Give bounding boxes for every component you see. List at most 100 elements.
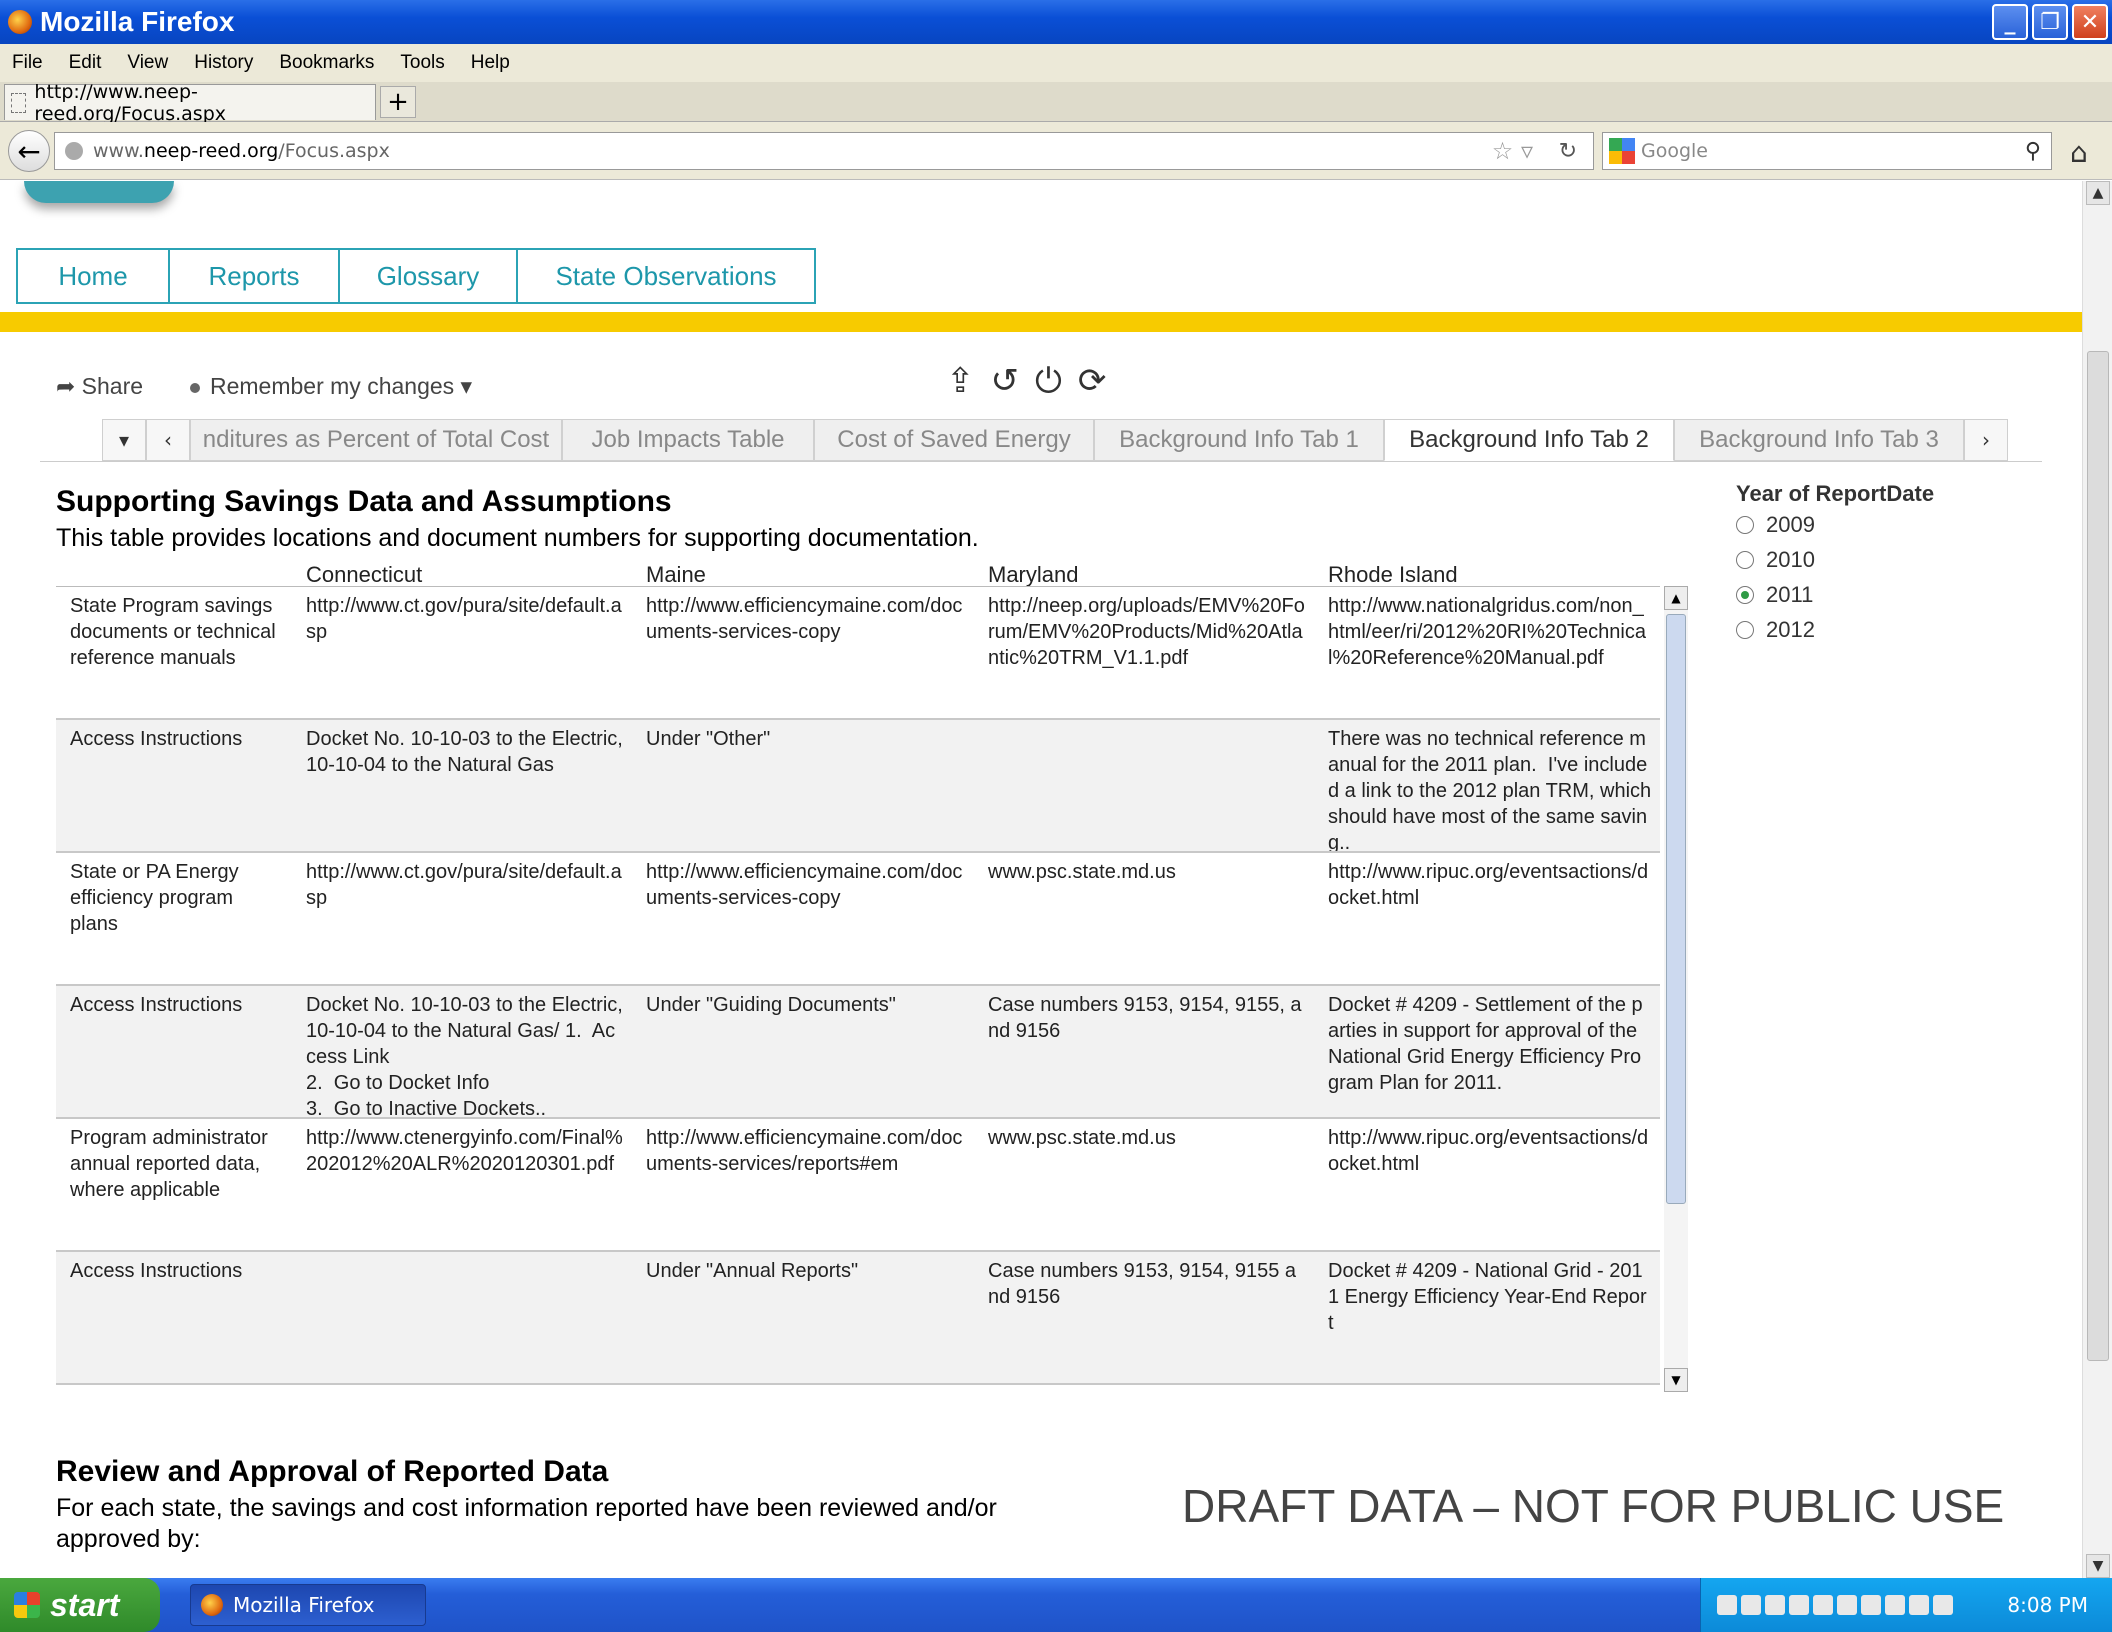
back-icon[interactable] [1765,1595,1785,1615]
remember-label: Remember my changes [210,373,455,399]
draft-watermark: DRAFT DATA – NOT FOR PUBLIC USE [1182,1480,2005,1532]
tab-cost-saved-energy[interactable]: Cost of Saved Energy [814,419,1094,461]
radio-icon[interactable] [1736,550,1754,569]
menu-history[interactable]: History [194,52,253,74]
reload-icon[interactable]: ↻ [1559,139,1577,164]
menu-bookmarks[interactable]: Bookmarks [279,52,374,74]
help-icon[interactable] [1717,1595,1737,1615]
menu-edit[interactable]: Edit [69,52,102,74]
table-cell: http://www.ripuc.org/eventsactions/docke… [1328,1127,1649,1175]
search-icon[interactable]: ⚲ [2025,139,2041,164]
system-tray: 8:08 PM [1700,1578,2112,1632]
row-label: State achievable [56,1385,292,1392]
window-titlebar: Mozilla Firefox _ ❐ ✕ [0,0,2112,44]
nav-glossary[interactable]: Glossary [338,248,518,304]
new-tab-button[interactable]: + [380,86,416,118]
browser-tab[interactable]: http://www.neep-reed.org/Focus.aspx [4,81,376,125]
page-scroll-down-icon[interactable]: ▼ [2086,1554,2110,1578]
sheet-next-button[interactable]: › [1964,419,2008,461]
tab-background-info-2[interactable]: Background Info Tab 2 [1384,419,1674,461]
column-header-maryland: Maryland [988,562,1079,587]
flower-icon[interactable] [1837,1595,1857,1615]
table-cell: http://www.rieermc.ri.gov/opport [1314,1385,1660,1392]
page-scroll-thumb[interactable] [2087,351,2109,1361]
table-cell [292,1252,632,1383]
acrobat-icon[interactable] [1789,1595,1809,1615]
google-icon[interactable] [1609,138,1635,164]
scroll-down-icon[interactable]: ▼ [1664,1368,1688,1392]
search-box[interactable]: Google ⚲ [1602,132,2052,170]
restore-button[interactable]: ❐ [2032,4,2068,40]
browser-tab-title: http://www.neep-reed.org/Focus.aspx [34,80,227,125]
close-button[interactable]: ✕ [2072,4,2108,40]
menu-tools[interactable]: Tools [400,52,444,74]
page-scrollbar[interactable]: ▲ ▼ [2082,181,2112,1578]
section-title-supporting-savings: Supporting Savings Data and Assumptions [56,485,672,518]
radio-icon[interactable] [1736,585,1754,604]
year-option-2010[interactable]: 2010 [1736,542,1934,577]
share-icon: ➦ [56,373,82,399]
firefox-icon [201,1594,223,1616]
power-icon[interactable]: ⏻ [1035,361,1062,401]
home-icon[interactable]: ⌂ [2070,136,2088,169]
wifi-icon[interactable] [1933,1595,1953,1615]
table-row: State or PA Energy efficiency program pl… [56,853,1660,986]
tab-background-info-1[interactable]: Background Info Tab 1 [1094,419,1384,461]
year-option-label: 2009 [1766,511,1815,537]
table-cell [974,1385,1314,1392]
row-label: State Program savings documents or techn… [70,595,282,669]
remember-changes-toggle[interactable]: Remember my changes ▾ [190,373,472,400]
sheet-prev-button[interactable]: ‹ [146,419,190,461]
site-logo[interactable] [24,181,174,203]
table-cell: Under "Guiding Documents" [646,994,896,1016]
table-cell: Docket # 4209 - National Grid - 2011 Ene… [1328,1260,1647,1334]
undo-icon[interactable]: ↺ [991,361,1020,401]
refresh-icon[interactable]: ⟳ [1078,361,1107,401]
nav-home[interactable]: Home [16,248,170,304]
year-option-2012[interactable]: 2012 [1736,612,1934,647]
start-button[interactable]: start [0,1578,160,1632]
menu-file[interactable]: File [12,52,43,74]
users-icon[interactable] [1813,1595,1833,1615]
year-option-2011[interactable]: 2011 [1736,577,1934,612]
taskbar: start Mozilla Firefox 8:08 PM [0,1578,2112,1632]
supporting-data-table: Connecticut Maine Maryland Rhode Island … [56,562,1688,1392]
column-header-maine: Maine [646,562,706,587]
nav-reports[interactable]: Reports [168,248,340,304]
table-cell: Under "Other" [646,728,771,750]
page-scroll-up-icon[interactable]: ▲ [2086,181,2110,205]
radio-icon[interactable] [1736,515,1754,534]
scroll-up-icon[interactable]: ▲ [1664,586,1688,610]
sheet-list-dropdown[interactable]: ▾ [102,419,146,461]
page-icon [11,92,27,113]
back-button[interactable]: ← [8,130,50,172]
table-cell: http://www.efficiencymaine.com/documents… [646,595,963,643]
network-icon[interactable] [1741,1595,1761,1615]
shield-icon[interactable] [1909,1595,1929,1615]
minimize-button[interactable]: _ [1992,4,2028,40]
table-row: Program administrator annual reported da… [56,1119,1660,1252]
table-scroll-thumb[interactable] [1666,614,1686,1204]
nav-state-observations[interactable]: State Observations [516,248,816,304]
year-option-2009[interactable]: 2009 [1736,507,1934,542]
address-bar[interactable]: www. neep-reed.org/Focus.aspx ☆ ▿ ↻ [54,132,1594,170]
column-header-rhode-island: Rhode Island [1328,562,1458,587]
menu-help[interactable]: Help [471,52,510,74]
page-content: Home Reports Glossary State Observations… [0,181,2082,1578]
tab-job-impacts[interactable]: Job Impacts Table [562,419,814,461]
tab-expenditures-percent[interactable]: nditures as Percent of Total Cost [190,419,562,461]
taskbar-firefox-button[interactable]: Mozilla Firefox [190,1584,426,1626]
monitor-icon[interactable] [1861,1595,1881,1615]
table-scrollbar[interactable]: ▲ ▼ [1664,586,1688,1392]
export-icon[interactable]: ⇪ [946,361,975,401]
table-cell: Under "Annual Reports" [646,1260,859,1282]
radio-icon[interactable] [1736,620,1754,639]
firefox-logo-icon [8,10,32,34]
address-prefix: www. [93,140,144,162]
tab-background-info-3[interactable]: Background Info Tab 3 [1674,419,1964,461]
v-icon[interactable] [1885,1595,1905,1615]
bookmark-star-icon[interactable]: ☆ ▿ [1492,137,1533,165]
section-description: This table provides locations and docume… [56,524,979,552]
share-button[interactable]: ➦ Share [56,373,143,400]
menu-view[interactable]: View [127,52,168,74]
